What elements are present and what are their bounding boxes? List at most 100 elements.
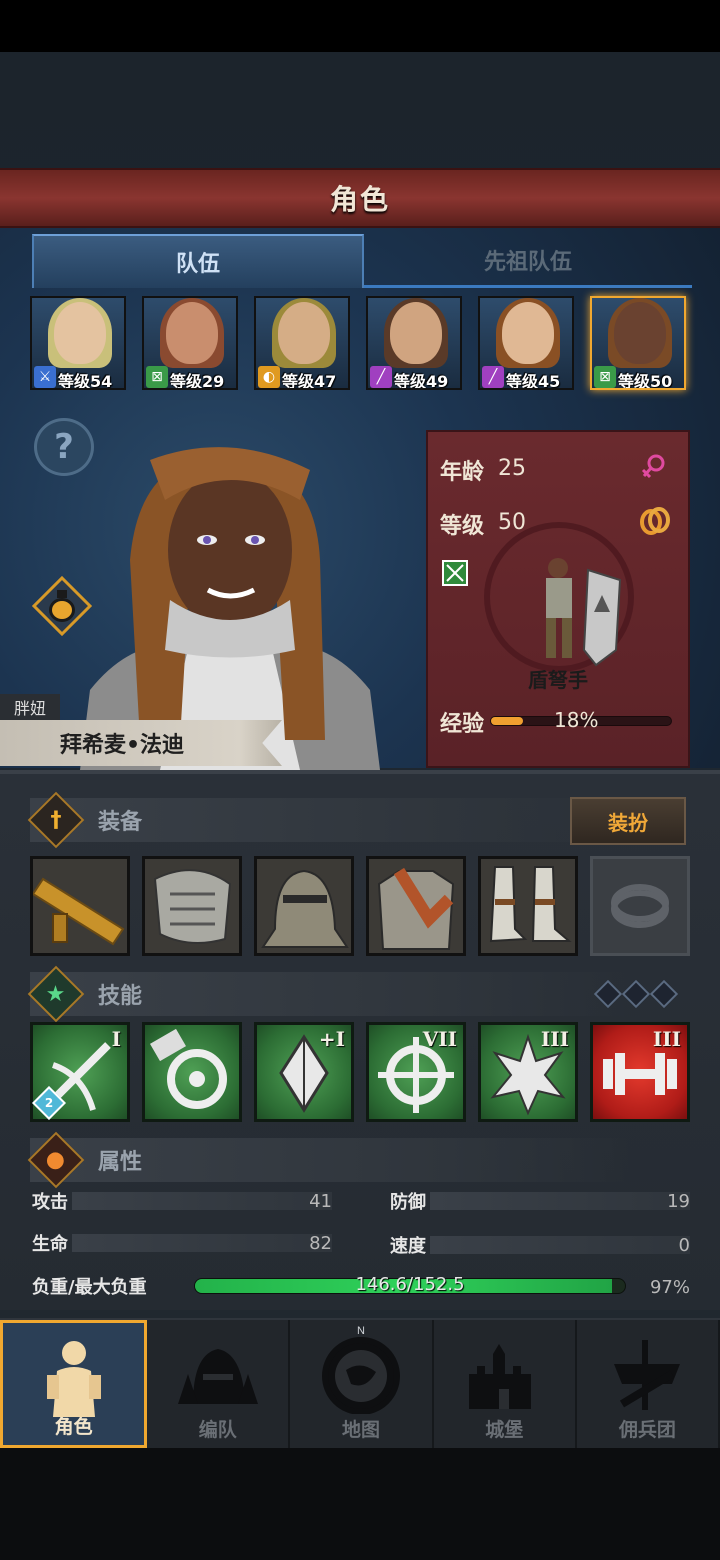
attributes-header: ● 属性 [27,1131,630,1189]
compass-mark: N [357,1325,365,1337]
equip-slot-shoulder[interactable] [142,856,242,956]
knight-icon [46,1341,101,1417]
portrait-face [502,302,554,364]
character-name-banner[interactable]: 拜希麦•法迪 [0,720,282,766]
equip-slot-chest[interactable] [366,856,466,956]
load-percent-row: 97% [630,1272,690,1302]
shoulder-armor-icon [145,859,239,953]
character-nickname: 胖妞 [0,694,61,720]
skill-slot-2[interactable] [142,1022,242,1122]
shield-icon: ◐ [258,366,280,388]
portrait-face [390,302,442,364]
equipment-slots [30,856,690,956]
portrait-face [614,302,666,364]
compass-map-icon: N [322,1325,400,1414]
party-member[interactable]: ⊠ 等级29 [142,296,238,390]
staff-icon: ╱ [482,366,504,388]
sword-icon: ⚔ [34,366,56,388]
crossbow-icon: ⊠ [594,366,616,388]
exp-percent: 18% [554,708,599,732]
attack-value: 41 [309,1190,332,1212]
member-level: 等级29 [170,372,225,390]
skill-slot-5[interactable]: III [478,1022,578,1122]
party-tabs: 队伍 先祖队伍 [32,234,692,288]
equipment-section-icon: † [27,791,85,849]
equip-slot-weapon[interactable] [30,856,130,956]
title-banner: 角色 [0,168,720,228]
load-row: 负重/最大负重 [32,1271,192,1301]
tab-party[interactable]: 队伍 [32,234,364,288]
party-member[interactable]: ⚔ 等级54 [30,296,126,390]
member-level: 等级49 [394,372,449,390]
party-member[interactable]: ╱ 等级45 [478,296,574,390]
hp-row: 生命 82 [32,1228,332,1258]
hp-label: 生命 [32,1234,68,1255]
speed-row: 速度 0 [390,1230,690,1260]
attributes-section-icon: ● [27,1131,85,1189]
nav-label: 佣兵团 [618,1419,676,1441]
defense-label: 防御 [390,1192,426,1213]
skill-slot-6[interactable]: III [590,1022,690,1122]
portrait-face [54,302,106,364]
skill-rank: III [652,1027,681,1051]
female-icon [641,454,665,479]
equipment-header: † 装备 [27,791,630,849]
skill-slot-4[interactable]: VII [366,1022,466,1122]
nav-label: 城堡 [485,1419,524,1441]
portrait-face [166,302,218,364]
ring-slot-icon [611,884,669,928]
equipment-label: 装备 [98,810,143,835]
gem-icon [649,979,679,1009]
target-hammer-skill-icon [150,1028,227,1109]
hp-value: 82 [309,1232,332,1254]
defense-row: 防御 19 [390,1186,690,1216]
party-member[interactable]: ╱ 等级49 [366,296,462,390]
exp-bar-fill [491,717,524,725]
skill-slot-1[interactable]: I 2 [30,1022,130,1122]
crossbow-icon [33,859,127,953]
party-member[interactable]: ⊠ 等级50 [590,296,686,390]
page-title: 角色 [329,183,390,216]
nav-mercenary[interactable]: 佣兵团 [576,1320,720,1448]
character-info-scroll: 年龄 25 等级 50 盾弩手 经验 18% [426,430,690,768]
skills-header: ★ 技能 [27,965,630,1023]
boots-icon [481,859,575,953]
party-member[interactable]: ◐ 等级47 [254,296,350,390]
crossbow-class-icon [442,560,468,586]
level-label: 等级 [440,514,485,539]
skill-rank: I [111,1027,121,1051]
member-level: 等级47 [282,372,337,390]
nav-map[interactable]: N 地图 [290,1320,434,1448]
gem-icon [621,979,651,1009]
age-label: 年龄 [440,460,485,485]
nav-castle[interactable]: 城堡 [433,1320,577,1448]
helmet-formation-icon [177,1349,258,1404]
load-label: 负重/最大负重 [32,1277,147,1298]
load-percent: 97% [649,1276,690,1298]
bottom-nav: 角色 编队 N 地图 城堡 佣兵团 [0,1318,720,1448]
skill-rank: +I [318,1027,345,1051]
defense-value: 19 [667,1190,690,1212]
character-name: 拜希麦•法迪 [60,733,185,758]
castle-icon [469,1344,532,1409]
skill-slots: I 2 +I VII III III [30,1022,690,1122]
gem-icon [593,979,623,1009]
equip-slot-boots[interactable] [478,856,578,956]
attack-label: 攻击 [32,1192,68,1213]
member-level: 等级45 [506,372,561,390]
class-figure-icon [546,558,622,667]
equip-slot-ring[interactable] [590,856,690,956]
crossbow-icon: ⊠ [146,366,168,388]
equip-slot-helmet[interactable] [254,856,354,956]
dress-up-button[interactable]: 装扮 [570,797,686,845]
speed-value: 0 [678,1234,690,1256]
skill-rank: III [540,1027,569,1051]
attributes-label: 属性 [98,1150,143,1175]
nav-character[interactable]: 角色 [0,1320,148,1448]
nav-formation[interactable]: 编队 [147,1320,291,1448]
tab-ancestor-party[interactable]: 先祖队伍 [364,234,692,288]
staff-icon: ╱ [370,366,392,388]
system-nav-area [0,1448,720,1560]
skill-rank: VII [422,1027,457,1051]
skill-slot-3[interactable]: +I [254,1022,354,1122]
